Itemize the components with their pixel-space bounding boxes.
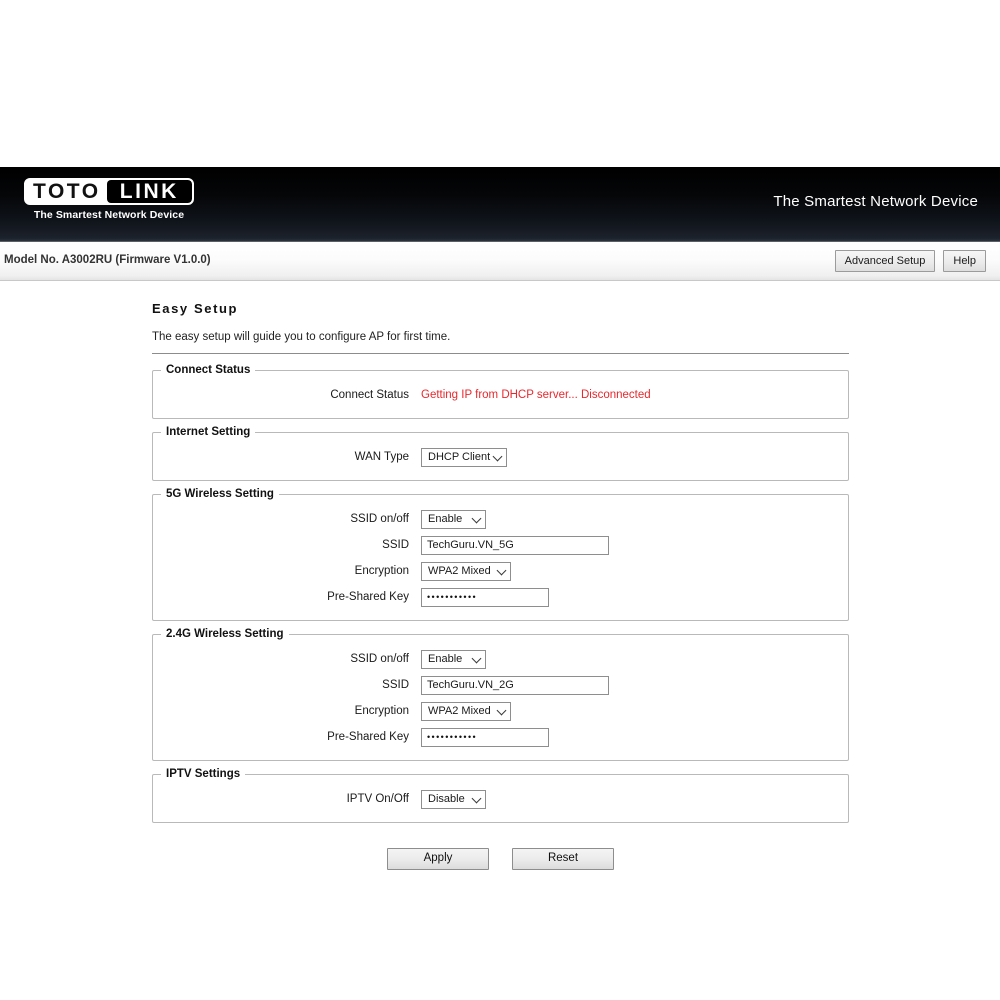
iptv-settings-panel: IPTV Settings IPTV On/Off Disable	[152, 768, 849, 823]
action-button-group: Apply Reset	[152, 848, 849, 870]
chevron-down-icon	[471, 653, 482, 664]
row-5g-ssid: SSID TechGuru.VN_5G	[153, 532, 848, 558]
wireless-5g-legend: 5G Wireless Setting	[166, 488, 274, 500]
logo-frame: TOTO LINK	[24, 178, 194, 205]
internet-setting-panel: Internet Setting WAN Type DHCP Client	[152, 426, 849, 481]
wan-type-value: DHCP Client	[428, 451, 491, 463]
psk-input-5g[interactable]: •••••••••••	[421, 587, 549, 607]
psk-input-24g[interactable]: •••••••••••	[421, 727, 549, 747]
chevron-down-icon	[496, 565, 507, 576]
iptv-onoff-select[interactable]: Disable	[421, 789, 486, 809]
wireless-24g-body: SSID on/off Enable SSID TechGuru.VN_2G E…	[153, 640, 848, 760]
logo-tagline: The Smartest Network Device	[33, 209, 185, 221]
top-whitespace	[0, 0, 1000, 167]
apply-button[interactable]: Apply	[387, 848, 489, 870]
row-24g-ssid-onoff: SSID on/off Enable	[153, 646, 848, 672]
encryption-select-24g[interactable]: WPA2 Mixed	[421, 701, 511, 721]
ssid-onoff-value-5g: Enable	[428, 513, 463, 525]
model-info-bar: Model No. A3002RU (Firmware V1.0.0) Adva…	[0, 242, 1000, 281]
connect-status-label: Connect Status	[330, 389, 409, 401]
wireless-5g-panel: 5G Wireless Setting SSID on/off Enable S…	[152, 488, 849, 621]
row-iptv-onoff: IPTV On/Off Disable	[153, 786, 848, 812]
row-connect-status: Connect Status Getting IP from DHCP serv…	[153, 382, 848, 408]
encryption-value-5g: WPA2 Mixed	[428, 565, 491, 577]
internet-setting-legend: Internet Setting	[166, 426, 251, 438]
encryption-label-24g: Encryption	[354, 705, 409, 717]
wireless-24g-legend: 2.4G Wireless Setting	[166, 628, 284, 640]
row-5g-encryption: Encryption WPA2 Mixed	[153, 558, 848, 584]
connect-status-value: Getting IP from DHCP server... Disconnec…	[421, 389, 651, 401]
logo-text-link: LINK	[106, 180, 192, 203]
brand-header: TOTO LINK The Smartest Network Device Th…	[0, 167, 1000, 242]
logo-text-toto: TOTO	[26, 180, 107, 203]
row-24g-psk: Pre-Shared Key •••••••••••	[153, 724, 848, 750]
chevron-down-icon	[471, 793, 482, 804]
iptv-settings-body: IPTV On/Off Disable	[153, 780, 848, 822]
ssid-onoff-select-24g[interactable]: Enable	[421, 649, 486, 669]
wireless-5g-body: SSID on/off Enable SSID TechGuru.VN_5G E…	[153, 500, 848, 620]
ssid-onoff-value-24g: Enable	[428, 653, 463, 665]
row-24g-encryption: Encryption WPA2 Mixed	[153, 698, 848, 724]
page-content: Easy Setup The easy setup will guide you…	[0, 281, 1000, 870]
wan-type-select[interactable]: DHCP Client	[421, 447, 507, 467]
row-24g-ssid: SSID TechGuru.VN_2G	[153, 672, 848, 698]
help-button[interactable]: Help	[943, 250, 986, 272]
chevron-down-icon	[496, 705, 507, 716]
header-slogan: The Smartest Network Device	[773, 193, 978, 210]
encryption-select-5g[interactable]: WPA2 Mixed	[421, 561, 511, 581]
ssid-onoff-label-5g: SSID on/off	[350, 513, 409, 525]
ssid-input-24g[interactable]: TechGuru.VN_2G	[421, 675, 609, 695]
psk-label-5g: Pre-Shared Key	[327, 591, 409, 603]
iptv-onoff-label: IPTV On/Off	[346, 793, 409, 805]
internet-setting-body: WAN Type DHCP Client	[153, 438, 848, 480]
chevron-down-icon	[492, 451, 503, 462]
iptv-settings-legend: IPTV Settings	[166, 768, 241, 780]
ssid-label-5g: SSID	[382, 539, 409, 551]
wan-type-label: WAN Type	[354, 451, 409, 463]
ssid-input-5g[interactable]: TechGuru.VN_5G	[421, 535, 609, 555]
wireless-24g-panel: 2.4G Wireless Setting SSID on/off Enable…	[152, 628, 849, 761]
top-button-group: Advanced Setup Help	[834, 250, 986, 272]
row-wan-type: WAN Type DHCP Client	[153, 444, 848, 470]
encryption-label-5g: Encryption	[354, 565, 409, 577]
encryption-value-24g: WPA2 Mixed	[428, 705, 491, 717]
reset-button[interactable]: Reset	[512, 848, 614, 870]
model-number-text: Model No. A3002RU (Firmware V1.0.0)	[4, 254, 211, 266]
chevron-down-icon	[471, 513, 482, 524]
connect-status-panel: Connect Status Connect Status Getting IP…	[152, 364, 849, 419]
row-5g-psk: Pre-Shared Key •••••••••••	[153, 584, 848, 610]
ssid-label-24g: SSID	[382, 679, 409, 691]
psk-label-24g: Pre-Shared Key	[327, 731, 409, 743]
title-divider	[152, 353, 849, 354]
row-5g-ssid-onoff: SSID on/off Enable	[153, 506, 848, 532]
iptv-onoff-value: Disable	[428, 793, 465, 805]
ssid-onoff-label-24g: SSID on/off	[350, 653, 409, 665]
connect-status-legend: Connect Status	[166, 364, 251, 376]
page-description: The easy setup will guide you to configu…	[152, 331, 451, 343]
page-title: Easy Setup	[152, 301, 239, 316]
advanced-setup-button[interactable]: Advanced Setup	[834, 250, 936, 272]
ssid-onoff-select-5g[interactable]: Enable	[421, 509, 486, 529]
connect-status-body: Connect Status Getting IP from DHCP serv…	[153, 376, 848, 418]
totolink-logo[interactable]: TOTO LINK The Smartest Network Device	[24, 178, 200, 221]
